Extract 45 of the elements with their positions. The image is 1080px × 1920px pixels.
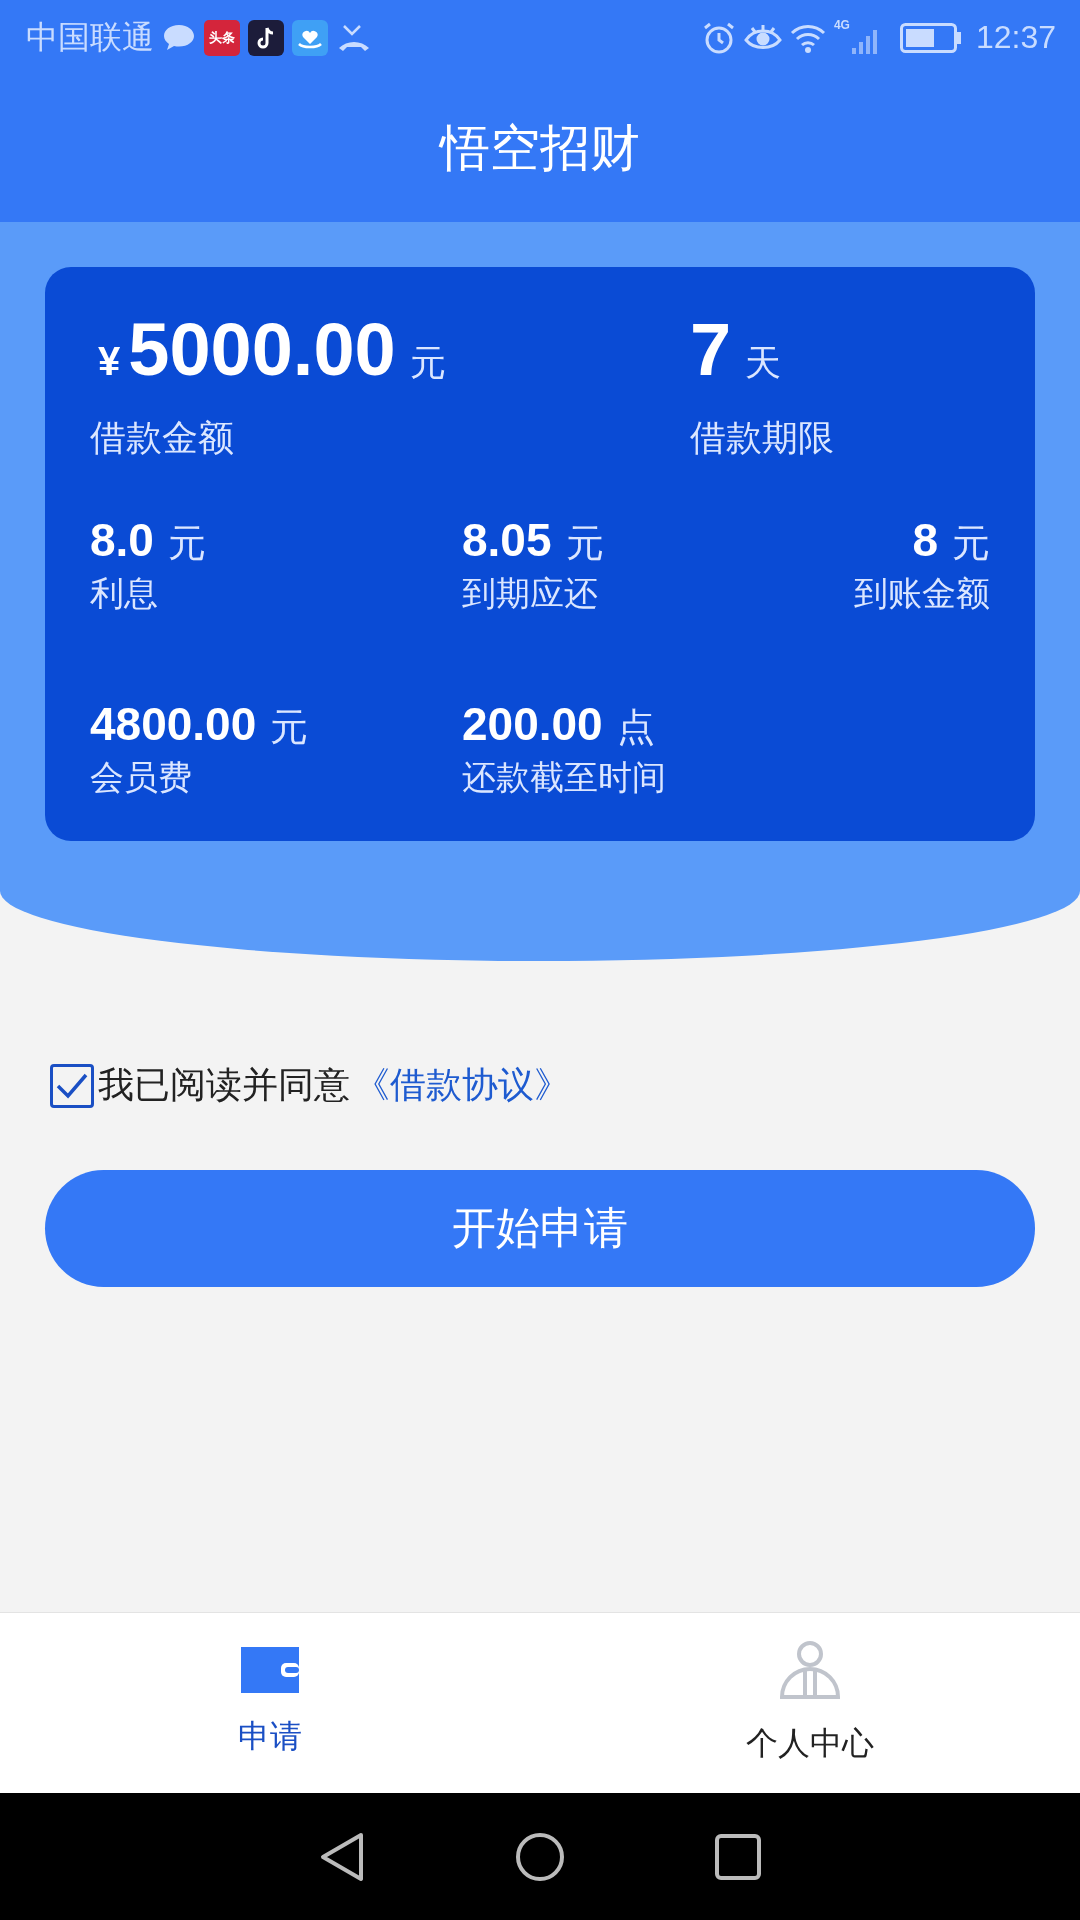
term-unit: 天 [745,341,782,385]
currency-symbol: ¥ [98,339,121,384]
news-app-icon: 头条 [204,19,240,56]
detail-label: 会员费 [90,757,192,798]
detail-value: 8.0 [90,513,154,567]
detail-label: 到账金额 [854,573,990,614]
apply-button[interactable]: 开始申请 [45,1170,1035,1287]
loan-term: 7 [690,307,732,392]
nav-tab[interactable]: 申请 [0,1613,540,1793]
clock-time: 12:37 [975,19,1056,56]
detail-label: 到期应还 [462,573,598,614]
amount-unit: 元 [409,341,446,385]
agreement-checkbox[interactable] [50,1063,94,1108]
person-icon [779,1640,841,1700]
detail-unit: 点 [616,705,655,750]
chat-bubble-icon [162,22,196,53]
app-title: 悟空招财 [440,119,640,178]
carrier-name: 中国联通 [26,17,154,57]
wallet-icon [241,1647,299,1693]
detail-unit: 元 [270,705,309,750]
recents-icon[interactable] [715,1833,761,1880]
battery-icon [899,22,962,53]
wifi-icon [789,22,826,53]
amount-label: 借款金额 [90,416,234,460]
agreement-text: 我已阅读并同意 [98,1063,350,1107]
eye-icon [743,23,782,52]
detail-value: 8 [912,513,938,567]
detail-value: 8.05 [462,513,552,567]
detail-label: 还款截至时间 [462,757,666,798]
music-note-app-icon [248,19,284,56]
term-label: 借款期限 [690,416,834,460]
detail-unit: 元 [167,521,206,566]
loan-amount: 5000.00 [128,307,396,392]
detail-unit: 元 [952,521,990,566]
nav-tab[interactable]: 个人中心 [540,1613,1080,1793]
detail-value: 200.00 [462,697,603,751]
alarm-icon [701,20,736,55]
heart-hand-app-icon [292,19,328,56]
detail-unit: 元 [565,521,604,566]
detail-label: 利息 [90,573,158,614]
back-icon[interactable] [319,1831,365,1882]
network-type: 4G [833,18,850,32]
agreement-link[interactable]: 《借款协议》 [354,1061,570,1110]
detail-value: 4800.00 [90,697,257,751]
home-icon[interactable] [515,1831,565,1882]
